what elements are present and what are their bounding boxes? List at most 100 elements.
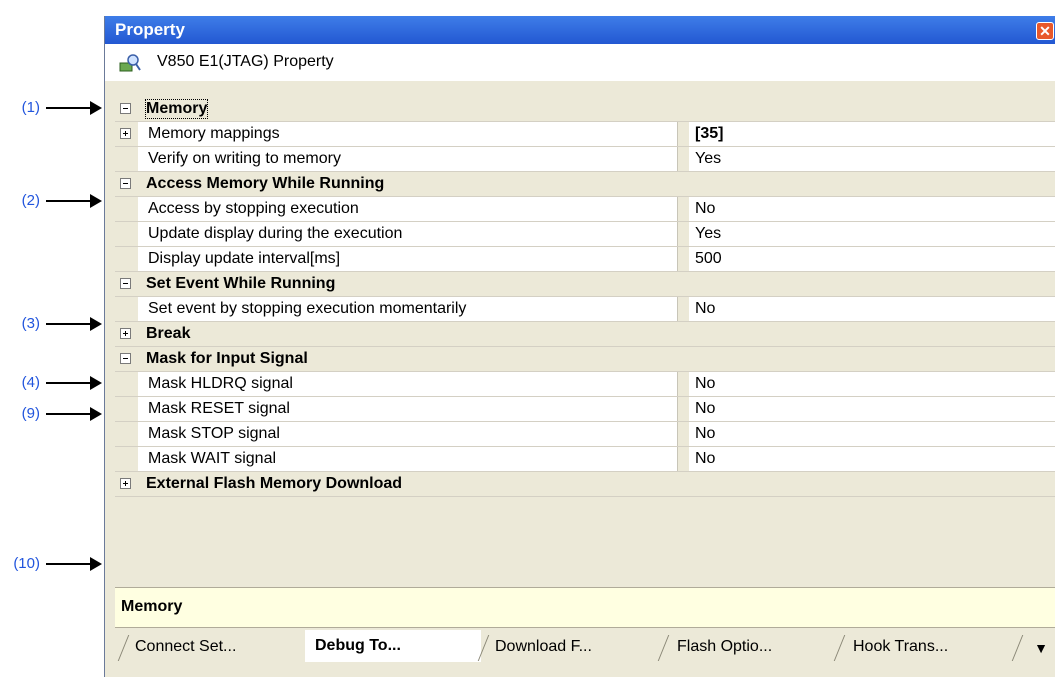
row-memory-mappings[interactable]: Memory mappings [35] — [115, 122, 1055, 147]
property-name-cell: Mask WAIT signal — [138, 447, 678, 471]
property-name: Access by stopping execution — [148, 200, 359, 217]
property-icon — [119, 54, 141, 72]
property-value: [35] — [695, 125, 724, 142]
property-name: Mask WAIT signal — [148, 450, 277, 467]
collapse-icon[interactable] — [120, 103, 131, 114]
property-value: No — [695, 200, 716, 217]
property-name-cell: Memory mappings — [138, 122, 678, 146]
arrow-head-icon — [90, 376, 102, 390]
tab-debug-tool-settings[interactable]: Debug To... — [305, 630, 481, 662]
tab-label: Download F... — [495, 638, 592, 655]
arrow-head-icon — [90, 407, 102, 421]
property-value: 500 — [695, 250, 722, 267]
expand-icon[interactable] — [120, 128, 131, 139]
callout-label: (9) — [21, 405, 40, 422]
property-value-cell[interactable]: No — [689, 422, 1055, 446]
tab-label: Connect Set... — [135, 638, 237, 655]
callout-3: (3) — [0, 314, 104, 334]
category-set-event[interactable]: Set Event While Running — [115, 272, 1055, 297]
collapse-icon[interactable] — [120, 278, 131, 289]
property-name: Display update interval[ms] — [148, 250, 341, 267]
arrow-line — [46, 323, 90, 325]
row-event-stopping[interactable]: Set event by stopping execution momentar… — [115, 297, 1055, 322]
row-update-interval[interactable]: Display update interval[ms] 500 — [115, 247, 1055, 272]
tab-label: Debug To... — [315, 637, 401, 654]
property-value-cell[interactable]: No — [689, 297, 1055, 321]
tab-separator — [657, 635, 670, 661]
category-break[interactable]: Break — [115, 322, 1055, 347]
panel-title: Property — [115, 20, 185, 39]
tab-connect-settings[interactable]: Connect Set... — [117, 632, 303, 662]
property-header: V850 E1(JTAG) Property — [105, 44, 1055, 81]
arrow-head-icon — [90, 317, 102, 331]
row-mask-hldrq[interactable]: Mask HLDRQ signal No — [115, 372, 1055, 397]
tab-hook-transaction[interactable]: Hook Trans... — [833, 632, 1024, 662]
property-name-cell: Update display during the execution — [138, 222, 678, 246]
arrow-line — [46, 107, 90, 109]
property-name-cell: Mask HLDRQ signal — [138, 372, 678, 396]
expand-icon[interactable] — [120, 478, 131, 489]
tab-label: Hook Trans... — [853, 638, 949, 655]
property-name: Mask HLDRQ signal — [148, 375, 293, 392]
property-value: No — [695, 425, 716, 442]
description-text: Memory — [121, 598, 183, 615]
collapse-icon[interactable] — [120, 353, 131, 364]
property-subtitle: V850 E1(JTAG) Property — [157, 53, 334, 70]
row-access-stopping[interactable]: Access by stopping execution No — [115, 197, 1055, 222]
category-mask-input[interactable]: Mask for Input Signal — [115, 347, 1055, 372]
callout-4: (4) — [0, 373, 104, 393]
row-mask-wait[interactable]: Mask WAIT signal No — [115, 447, 1055, 472]
tab-separator — [1011, 635, 1024, 661]
property-value-cell[interactable]: Yes — [689, 222, 1055, 246]
expand-icon[interactable] — [120, 328, 131, 339]
callout-label: (3) — [21, 315, 40, 332]
description-pane: Memory — [115, 587, 1055, 628]
property-value-cell[interactable]: No — [689, 447, 1055, 471]
row-update-display[interactable]: Update display during the execution Yes — [115, 222, 1055, 247]
tab-menu-icon[interactable]: ▼ — [1034, 640, 1048, 656]
category-access-memory[interactable]: Access Memory While Running — [115, 172, 1055, 197]
property-name: Set event by stopping execution momentar… — [148, 300, 467, 317]
property-panel: Property ✕ V850 E1(JTAG) Property Memory… — [104, 16, 1055, 677]
property-value-cell[interactable]: Yes — [689, 147, 1055, 171]
property-name-cell: Display update interval[ms] — [138, 247, 678, 271]
category-label: Set Event While Running — [146, 275, 336, 292]
category-memory[interactable]: Memory — [115, 97, 1055, 122]
property-value-cell[interactable]: [35] — [689, 122, 1055, 146]
property-name: Verify on writing to memory — [148, 150, 341, 167]
property-value-cell[interactable]: 500 — [689, 247, 1055, 271]
tab-flash-options[interactable]: Flash Optio... — [657, 632, 837, 662]
property-value-cell[interactable]: No — [689, 372, 1055, 396]
category-label: Break — [146, 325, 191, 342]
tab-download-file-settings[interactable]: Download F... — [477, 632, 659, 662]
callout-2: (2) — [0, 191, 104, 211]
property-value-cell[interactable]: No — [689, 397, 1055, 421]
tab-separator — [117, 635, 130, 661]
panel-titlebar[interactable]: Property ✕ — [105, 16, 1055, 44]
property-name-cell: Access by stopping execution — [138, 197, 678, 221]
callout-1: (1) — [0, 98, 104, 118]
row-mask-reset[interactable]: Mask RESET signal No — [115, 397, 1055, 422]
row-verify-writing[interactable]: Verify on writing to memory Yes — [115, 147, 1055, 172]
callout-label: (10) — [13, 555, 40, 572]
close-icon[interactable]: ✕ — [1036, 22, 1054, 40]
property-value: No — [695, 375, 716, 392]
category-external-flash[interactable]: External Flash Memory Download — [115, 472, 1055, 497]
property-value: No — [695, 400, 716, 417]
arrow-line — [46, 200, 90, 202]
property-name-cell: Set event by stopping execution momentar… — [138, 297, 678, 321]
callout-label: (4) — [21, 374, 40, 391]
callout-label: (1) — [21, 99, 40, 116]
category-label: External Flash Memory Download — [146, 475, 403, 492]
property-name-cell: Mask STOP signal — [138, 422, 678, 446]
property-name-cell: Mask RESET signal — [138, 397, 678, 421]
arrow-line — [46, 382, 90, 384]
row-mask-stop[interactable]: Mask STOP signal No — [115, 422, 1055, 447]
property-value: Yes — [695, 150, 722, 167]
property-value-cell[interactable]: No — [689, 197, 1055, 221]
collapse-icon[interactable] — [120, 178, 131, 189]
arrow-head-icon — [90, 194, 102, 208]
property-grid: Memory Memory mappings [35] Verify on wr… — [115, 97, 1055, 497]
tab-bar: Connect Set... Debug To... Download F...… — [115, 628, 1055, 666]
property-name: Memory mappings — [148, 125, 280, 142]
